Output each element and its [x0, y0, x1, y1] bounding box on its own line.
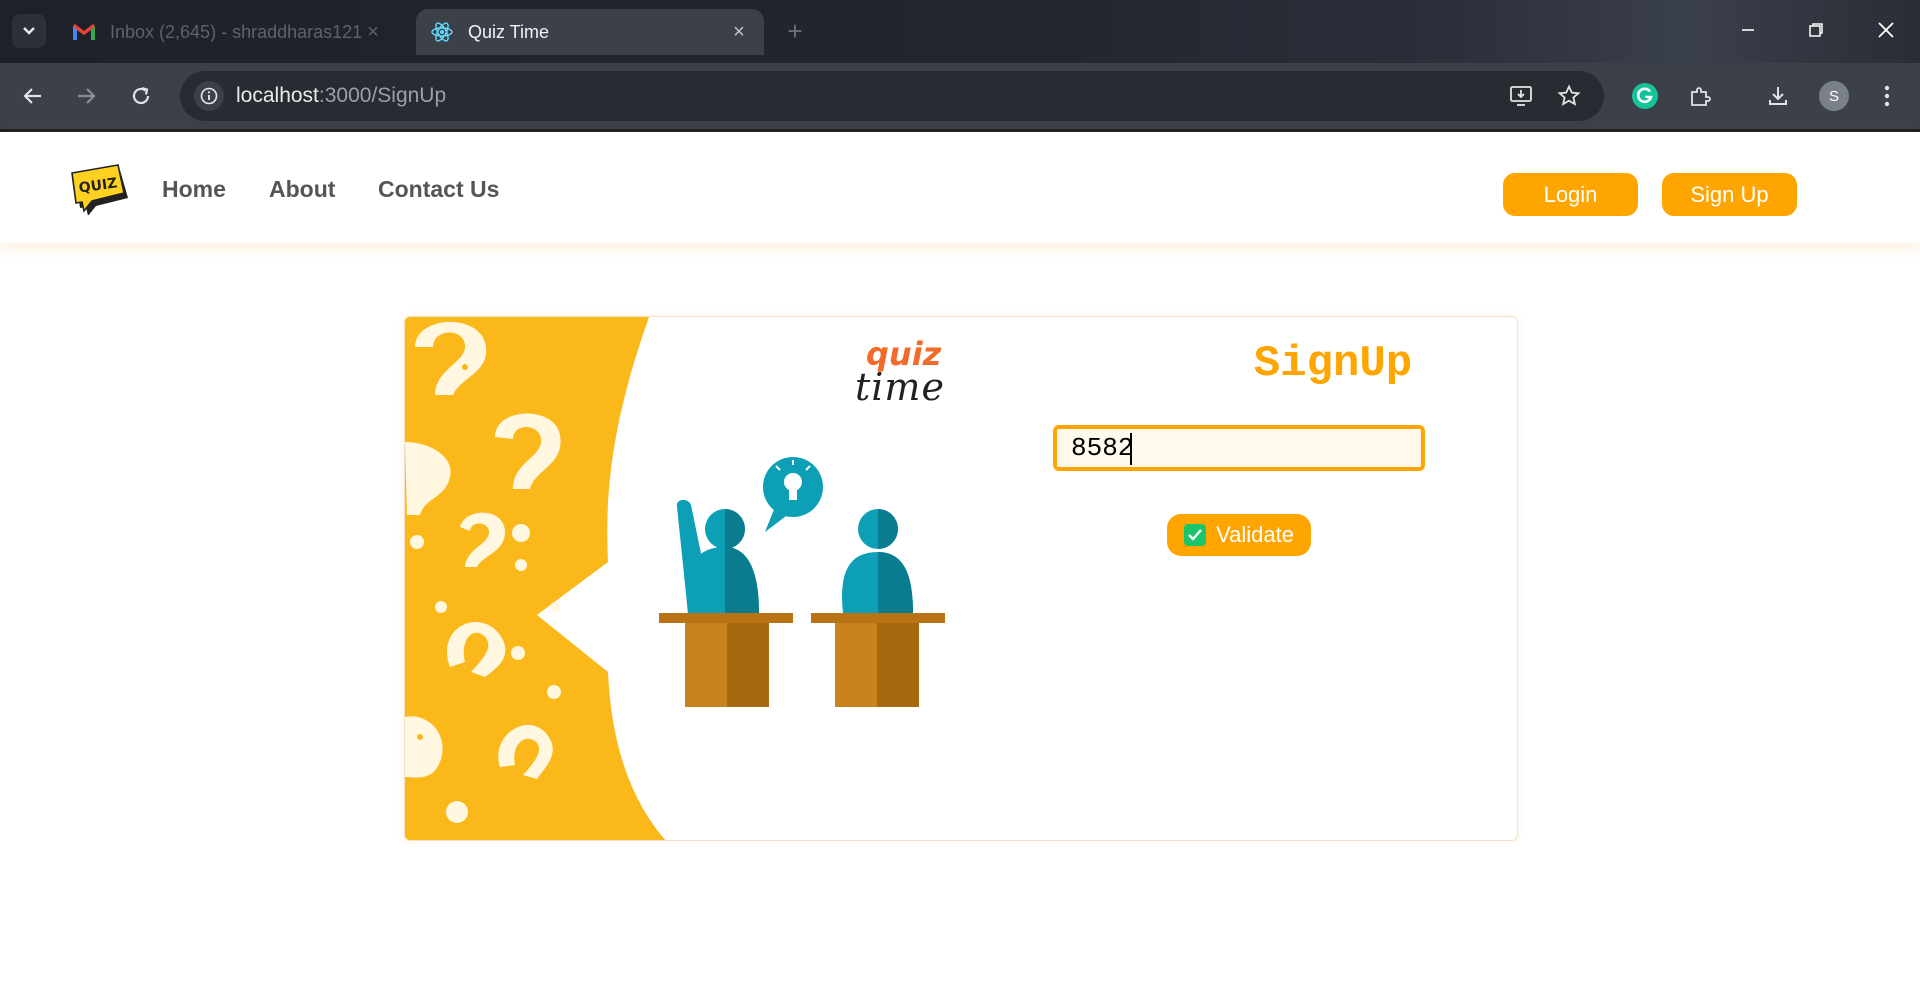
url-host: localhost — [236, 84, 319, 107]
new-tab-icon[interactable]: + — [780, 16, 810, 46]
site-info-icon[interactable] — [194, 81, 224, 111]
close-tab-icon[interactable]: × — [362, 21, 384, 43]
validate-button[interactable]: Validate — [1167, 514, 1311, 556]
tab-title: Inbox (2,645) - shraddharas121 — [110, 21, 362, 42]
close-tab-icon[interactable]: × — [728, 21, 750, 43]
address-bar[interactable]: localhost:3000/SignUp — [180, 71, 1604, 121]
download-icon[interactable] — [1762, 80, 1794, 112]
signup-button[interactable]: Sign Up — [1662, 173, 1797, 216]
back-icon[interactable] — [17, 80, 49, 112]
bookmark-star-icon[interactable] — [1553, 80, 1585, 112]
minimize-icon[interactable] — [1728, 12, 1768, 48]
student-right — [842, 509, 913, 613]
extensions-icon[interactable] — [1684, 80, 1716, 112]
nav-contact-link[interactable]: Contact Us — [378, 176, 499, 203]
install-app-icon[interactable] — [1505, 80, 1537, 112]
signup-heading: SignUp — [1253, 339, 1413, 389]
tab-quiz-time[interactable]: Quiz Time × — [416, 9, 764, 55]
nav-home-link[interactable]: Home — [162, 176, 226, 203]
app-navbar: QUIZ Home About Contact Us Login Sign Up — [0, 132, 1920, 243]
checkbox-checked-icon — [1184, 524, 1207, 546]
tab-gmail[interactable]: Inbox (2,645) - shraddharas121 × — [58, 9, 398, 55]
close-window-icon[interactable] — [1866, 12, 1906, 48]
gmail-icon — [72, 20, 96, 44]
profile-avatar[interactable]: S — [1819, 81, 1849, 111]
text-caret — [1130, 433, 1132, 465]
tab-title: Quiz Time — [468, 21, 550, 42]
desks — [659, 613, 945, 707]
restore-icon[interactable] — [1796, 12, 1836, 48]
browser-toolbar: localhost:3000/SignUp S — [0, 63, 1920, 129]
validate-label: Validate — [1216, 522, 1294, 547]
student-left — [676, 499, 759, 613]
menu-kebab-icon[interactable] — [1871, 80, 1903, 112]
chevron-down-icon — [23, 27, 35, 35]
url-path: :3000/SignUp — [318, 84, 447, 107]
react-icon — [430, 20, 454, 44]
login-button[interactable]: Login — [1503, 173, 1638, 216]
url-text: localhost:3000/SignUp — [236, 84, 446, 108]
nav-about-link[interactable]: About — [269, 176, 335, 203]
forward-icon[interactable] — [70, 80, 102, 112]
grammarly-icon[interactable] — [1629, 80, 1661, 112]
brand-time-text: time — [855, 365, 945, 409]
reload-icon[interactable] — [125, 80, 157, 112]
quiz-logo[interactable]: QUIZ — [68, 161, 130, 216]
tab-search-button[interactable] — [12, 14, 46, 48]
lightbulb-bubble — [763, 457, 823, 532]
otp-input[interactable] — [1053, 425, 1425, 471]
signup-card: quiz time SignUp Validate — [404, 316, 1518, 841]
browser-tab-bar: Inbox (2,645) - shraddharas121 × Quiz Ti… — [0, 0, 1920, 63]
